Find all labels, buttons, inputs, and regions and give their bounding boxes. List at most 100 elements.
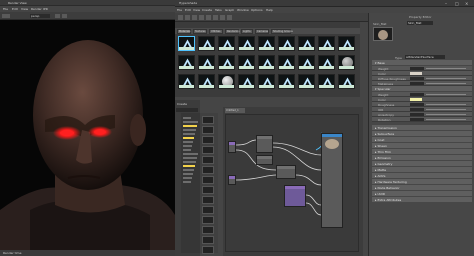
toolbar-button[interactable] [227, 15, 232, 20]
maximize-icon[interactable]: □ [455, 1, 459, 6]
create-node-icon[interactable] [202, 136, 214, 144]
material-swatch[interactable] [178, 55, 195, 70]
property-section-header[interactable]: ▸ Geometry [372, 161, 472, 166]
file-texture-node[interactable] [228, 141, 236, 153]
create-node-icon[interactable] [202, 216, 214, 224]
create-list-item[interactable] [183, 173, 193, 175]
hs-menu-window[interactable]: Window [237, 8, 249, 12]
property-section-header[interactable]: ▾ Specular [372, 86, 472, 91]
material-swatch[interactable] [258, 55, 275, 70]
property-field-row[interactable]: Rotation [372, 117, 472, 122]
tab-lights[interactable]: Lights [241, 29, 253, 34]
property-section-header[interactable]: ▸ Subsurface [372, 131, 472, 136]
skin-material-node[interactable] [321, 133, 343, 228]
hs-menu-create[interactable]: Create [202, 8, 212, 12]
hs-menu-help[interactable]: Help [266, 8, 273, 12]
node-name-field[interactable]: Skin_Mat [407, 21, 433, 25]
create-list-item[interactable] [183, 149, 191, 151]
create-node-icon[interactable] [202, 186, 214, 194]
material-swatch[interactable] [318, 74, 335, 89]
material-swatch[interactable] [338, 36, 355, 51]
property-section-header[interactable]: ▸ Transmission [372, 125, 472, 130]
create-list-item[interactable] [183, 121, 198, 123]
material-swatch[interactable] [238, 74, 255, 89]
material-swatch[interactable] [238, 55, 255, 70]
toolbar-button[interactable] [178, 15, 183, 20]
menu-edit[interactable]: Edit [12, 7, 18, 11]
property-section-header[interactable]: ▸ Thin Film [372, 149, 472, 154]
create-node-icon[interactable] [202, 196, 214, 204]
material-swatch[interactable] [258, 74, 275, 89]
material-swatch[interactable] [178, 36, 195, 51]
create-node-icon[interactable] [202, 176, 214, 184]
material-swatch[interactable] [318, 55, 335, 70]
blend-node[interactable] [276, 165, 296, 179]
toolbar-button[interactable] [220, 15, 225, 20]
create-node-icon[interactable] [202, 236, 214, 244]
hs-menu-options[interactable]: Options [251, 8, 263, 12]
create-list-item[interactable] [183, 165, 195, 167]
property-section-header[interactable]: ▸ Sheen [372, 143, 472, 148]
material-swatch[interactable] [198, 55, 215, 70]
menu-view[interactable]: View [21, 7, 28, 11]
create-list-item[interactable] [183, 133, 195, 135]
toolbar-button[interactable] [206, 15, 211, 20]
material-swatch[interactable] [338, 55, 355, 70]
create-node-icon[interactable] [202, 116, 214, 124]
create-list-item[interactable] [183, 145, 192, 147]
property-section-header[interactable]: ▸ Coat [372, 137, 472, 142]
tab-shading-groups[interactable]: Shading Groups [271, 29, 293, 34]
create-node-icon[interactable] [202, 126, 214, 134]
create-node-icon[interactable] [202, 246, 214, 254]
tab-materials[interactable]: Materials [177, 29, 191, 34]
material-swatch[interactable] [218, 55, 235, 70]
minimize-icon[interactable]: – [445, 1, 447, 6]
node-graph-canvas[interactable] [225, 114, 359, 252]
material-swatch[interactable] [278, 74, 295, 89]
create-list-item[interactable] [183, 181, 191, 183]
material-swatch[interactable] [338, 74, 355, 89]
material-swatch[interactable] [298, 74, 315, 89]
material-swatch[interactable] [278, 36, 295, 51]
create-list-item[interactable] [183, 141, 193, 143]
create-list-item[interactable] [183, 169, 194, 171]
hs-menu-graph[interactable]: Graph [225, 8, 234, 12]
material-swatch[interactable] [318, 36, 335, 51]
hs-menu-view[interactable]: View [193, 8, 200, 12]
create-node-icon[interactable] [202, 226, 214, 234]
menu-render[interactable]: Render [31, 7, 42, 11]
create-node-icon[interactable] [202, 156, 214, 164]
render-image[interactable] [0, 20, 175, 250]
close-icon[interactable]: × [465, 1, 468, 6]
create-list-item[interactable] [183, 177, 192, 179]
render-button[interactable] [2, 14, 10, 18]
node-editor-tab[interactable]: Untitled_1 [225, 108, 245, 113]
menu-ipr[interactable]: IPR [43, 7, 48, 11]
hs-menu-tabs[interactable]: Tabs [215, 8, 222, 12]
property-section-header[interactable]: ▸ AOVs [372, 173, 472, 178]
tab-cameras[interactable]: Cameras [255, 29, 269, 34]
create-list-item[interactable] [183, 117, 191, 119]
ramp-node[interactable] [284, 185, 306, 207]
toolbar-button[interactable] [185, 15, 190, 20]
create-node-icon[interactable] [202, 146, 214, 154]
material-swatch[interactable] [258, 36, 275, 51]
create-list-item[interactable] [183, 153, 198, 155]
property-section-header[interactable]: ▸ Extra Attributes [372, 197, 472, 202]
create-search-input[interactable] [176, 108, 198, 112]
property-section-header[interactable]: ▾ Base [372, 60, 472, 65]
material-swatch[interactable] [218, 36, 235, 51]
snapshot-button[interactable] [55, 14, 60, 18]
hs-menu-file[interactable]: File [177, 8, 182, 12]
camera-select[interactable]: persp [30, 14, 50, 18]
type-dropdown[interactable]: aiStandardSurface [405, 55, 445, 59]
property-section-header[interactable]: ▸ Emission [372, 155, 472, 160]
create-list-item[interactable] [183, 125, 197, 127]
property-section-header[interactable]: ▸ UUID [372, 191, 472, 196]
material-swatch[interactable] [198, 36, 215, 51]
tab-rendering[interactable]: Rendering [225, 29, 240, 34]
color-correct-node[interactable] [256, 155, 273, 165]
material-swatch[interactable] [218, 74, 235, 89]
material-swatch[interactable] [298, 55, 315, 70]
menu-file[interactable]: File [3, 7, 8, 11]
